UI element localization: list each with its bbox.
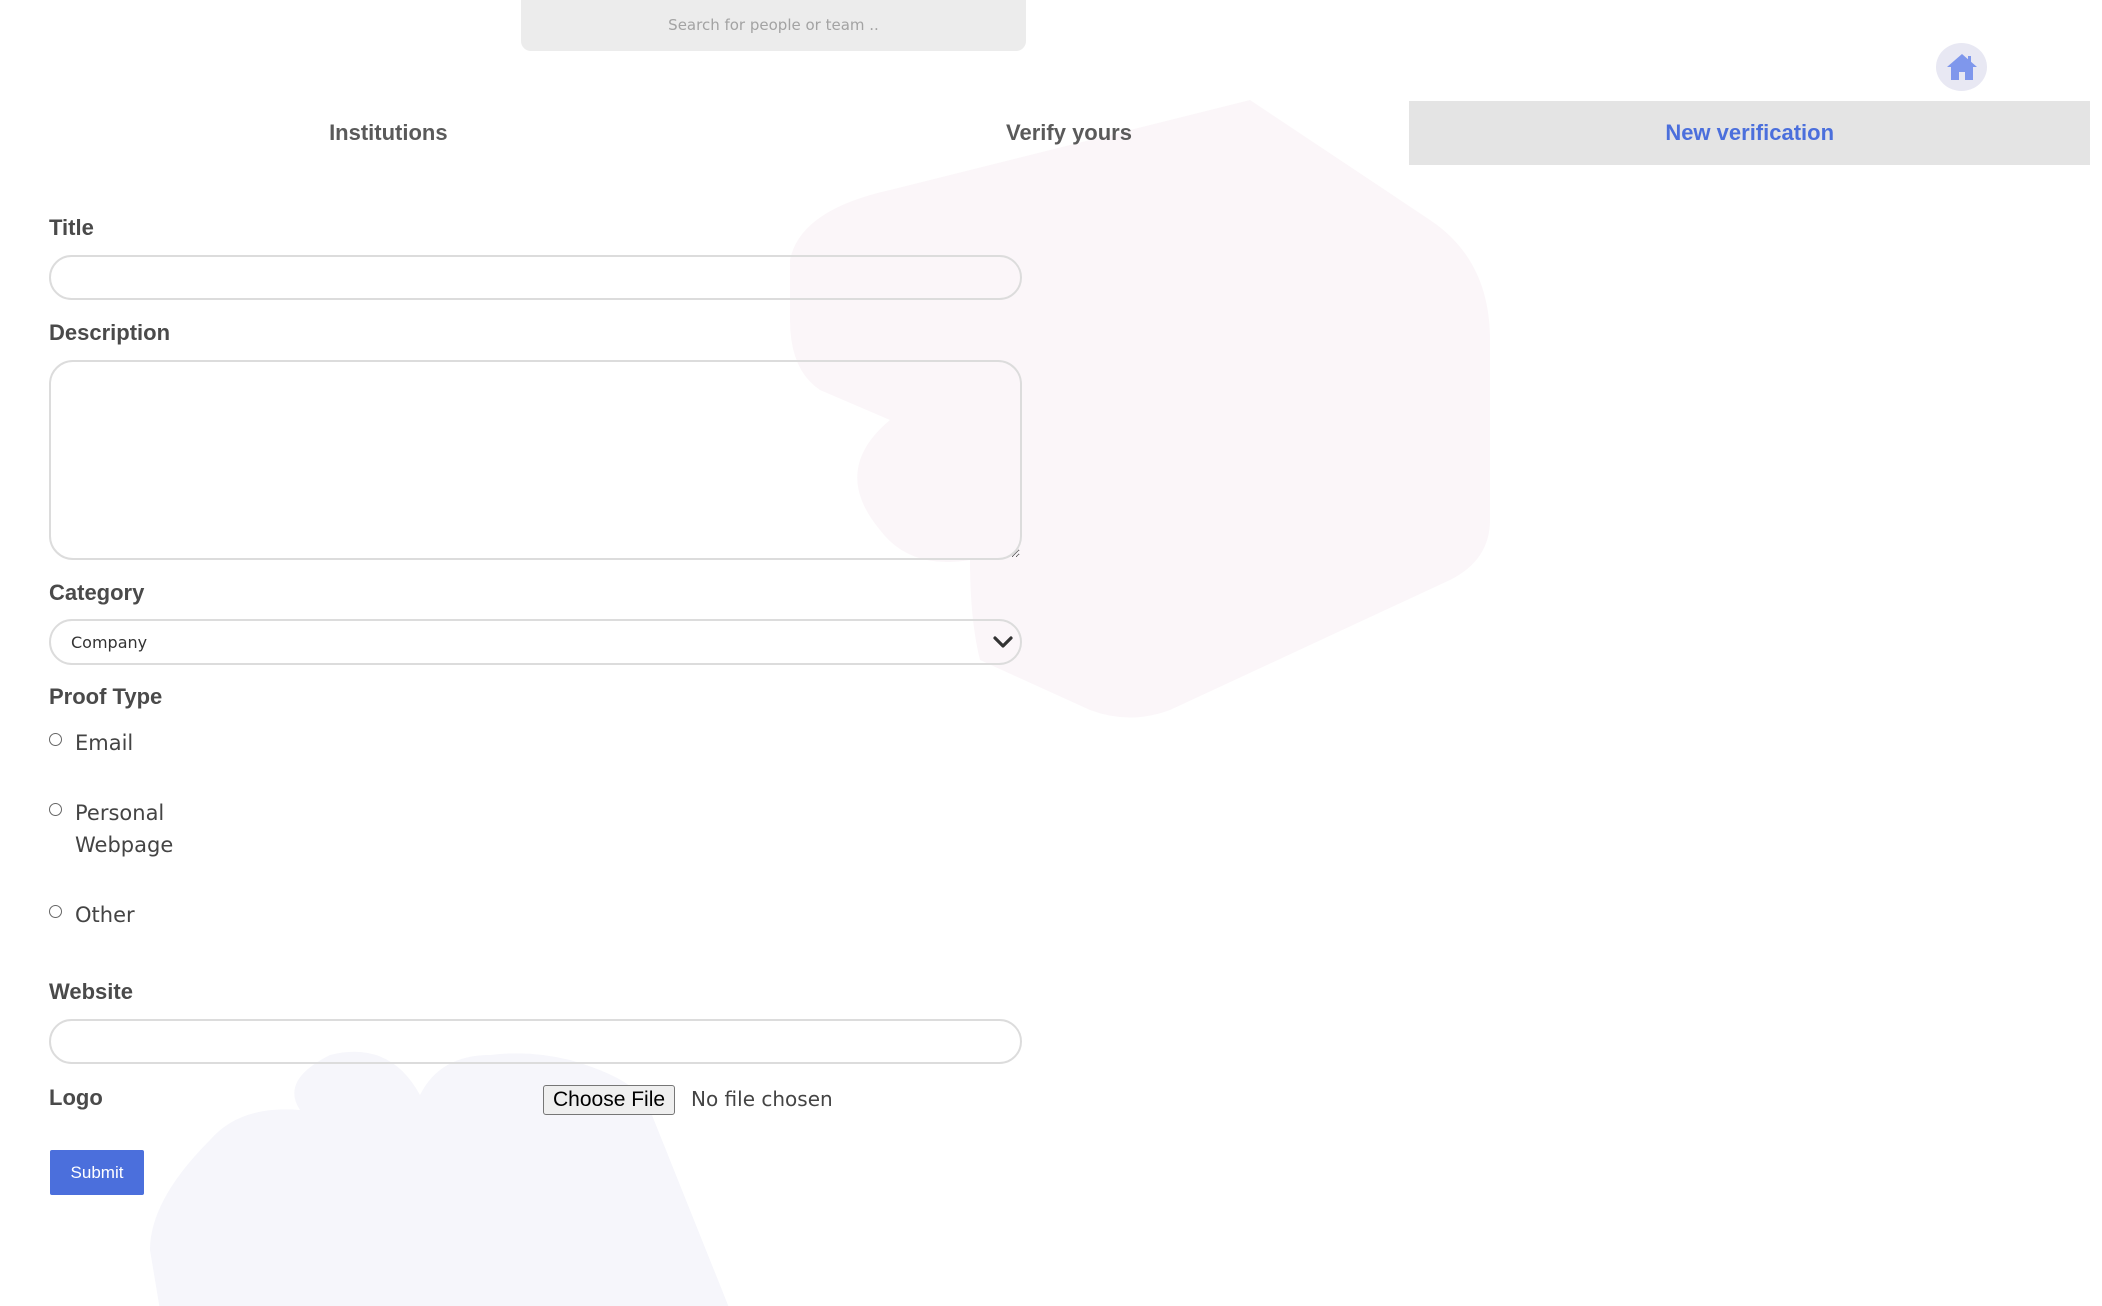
tab-verify-yours[interactable]: Verify yours: [729, 101, 1410, 165]
radio-button[interactable]: [49, 905, 62, 918]
proof-option-email[interactable]: Email: [49, 727, 1022, 759]
tab-bar: Institutions Verify yours New verificati…: [48, 101, 2091, 165]
category-select[interactable]: Company: [49, 619, 1022, 665]
radio-label: Other: [75, 903, 135, 927]
file-status-text: No file chosen: [691, 1087, 833, 1111]
radio-button[interactable]: [49, 733, 62, 746]
tab-label: New verification: [1665, 120, 1835, 145]
description-label: Description: [49, 320, 171, 345]
radio-label: Email: [75, 731, 134, 755]
website-input[interactable]: [49, 1019, 1022, 1064]
category-label: Category: [49, 580, 145, 605]
tab-new-verification[interactable]: New verification: [1409, 101, 2091, 165]
title-label: Title: [49, 215, 94, 240]
search-input[interactable]: [521, 0, 1026, 51]
proof-option-other[interactable]: Other: [49, 899, 1022, 931]
description-textarea[interactable]: [49, 360, 1022, 560]
radio-label: Personal Webpage: [75, 801, 174, 857]
choose-file-button[interactable]: Choose File: [543, 1085, 676, 1115]
logo-row: Logo Choose File No file chosen: [49, 1085, 1022, 1125]
chevron-down-icon: [993, 636, 1013, 648]
new-verification-form: Title Description Category Company Proof…: [49, 215, 1022, 1125]
proof-option-personal-webpage[interactable]: Personal Webpage: [49, 797, 1022, 861]
tab-label: Verify yours: [1006, 120, 1132, 145]
title-input[interactable]: [49, 255, 1022, 300]
search-bar: [521, 0, 1026, 51]
category-selected-value: Company: [71, 632, 148, 652]
logo-label: Logo: [49, 1085, 103, 1110]
tab-label: Institutions: [329, 120, 448, 145]
proof-type-label: Proof Type: [49, 684, 163, 709]
home-button[interactable]: [1936, 43, 1987, 91]
page: Institutions Verify yours New verificati…: [0, 0, 2102, 1306]
website-label: Website: [49, 979, 133, 1004]
radio-button[interactable]: [49, 803, 62, 816]
submit-button[interactable]: Submit: [50, 1150, 144, 1195]
tab-institutions[interactable]: Institutions: [48, 101, 729, 165]
home-icon: [1946, 54, 1977, 80]
